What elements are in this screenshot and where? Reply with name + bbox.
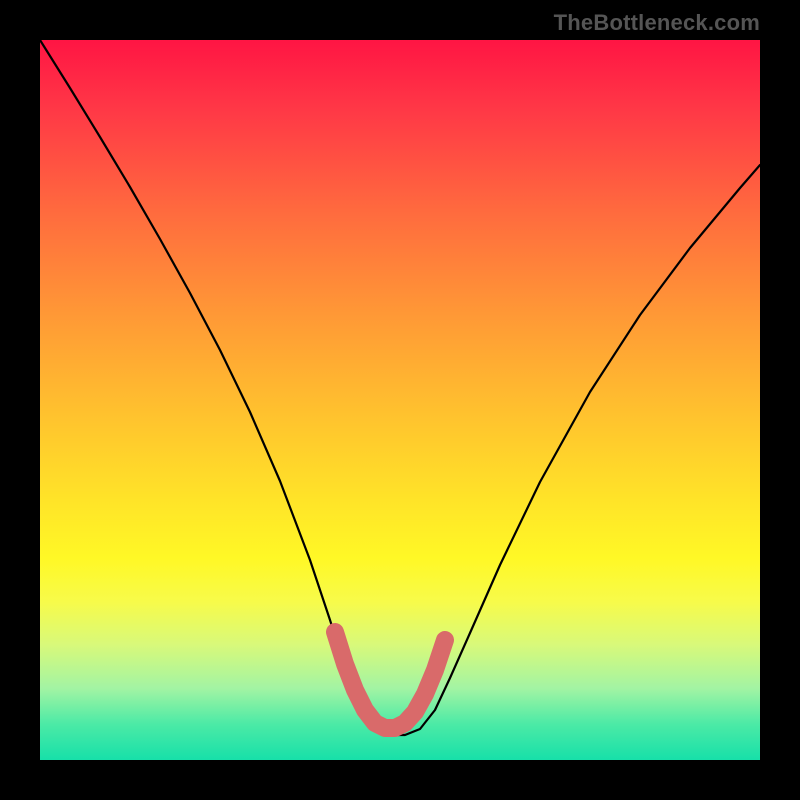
chart-container: TheBottleneck.com (0, 0, 800, 800)
bottleneck-curve (40, 40, 760, 735)
plot-area (40, 40, 760, 760)
watermark-text: TheBottleneck.com (554, 10, 760, 36)
trough-highlight (335, 632, 445, 728)
curve-layer (40, 40, 760, 760)
